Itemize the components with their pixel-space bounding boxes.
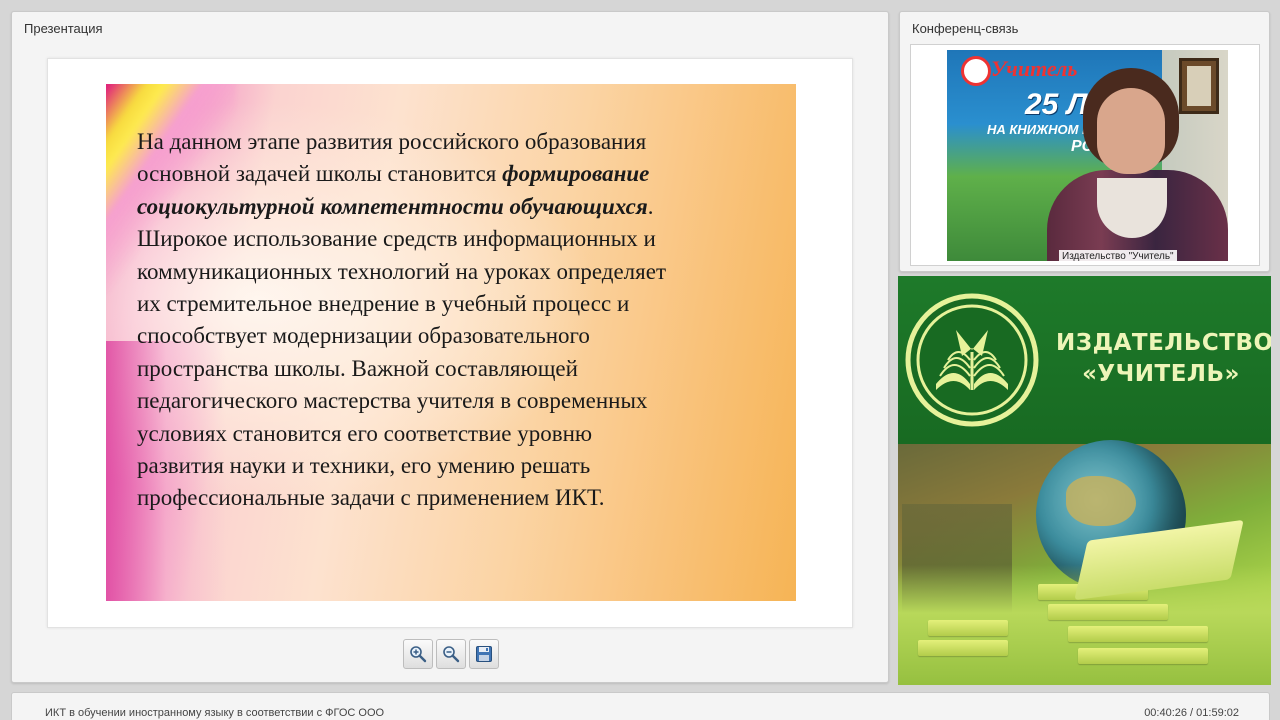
slide-line-emphasis: формирование — [502, 161, 650, 187]
zoom-out-icon — [443, 646, 460, 663]
slide-line: педагогического мастерства учителя в сов… — [137, 388, 648, 414]
globe-land — [1066, 476, 1136, 526]
player-footer: ИКТ в обучении иностранному языку в соот… — [11, 692, 1270, 720]
slide-line: основной задачей школы становится формир… — [137, 158, 777, 190]
conference-panel: Конференц-связь Учитель 25 ЛЕТ НА КНИЖНО… — [899, 11, 1270, 272]
publisher-name: ИЗДАТЕЛЬСТВО «УЧИТЕЛЬ» — [1056, 328, 1271, 390]
book-image — [1078, 648, 1208, 664]
slide-line: их стремительное внедрение в учебный про… — [137, 291, 630, 317]
conference-panel-title: Конференц-связь — [912, 21, 1019, 36]
speaker-face — [1097, 88, 1165, 174]
slide-line-plain: основной задачей школы становится — [137, 161, 503, 187]
video-feed[interactable]: Учитель 25 ЛЕТ НА КНИЖНОМ Р РОСС Издател… — [910, 44, 1260, 266]
book-image — [928, 620, 1008, 636]
zoom-in-button[interactable] — [403, 639, 433, 669]
slide-line: социокультурной компетентности обучающих… — [137, 191, 777, 223]
book-image — [1068, 626, 1208, 642]
slide-line: пространства школы. Важной составляющей — [137, 355, 578, 381]
floppy-disk-icon — [476, 646, 492, 662]
publisher-name-line: «УЧИТЕЛЬ» — [1082, 361, 1240, 387]
slide-line: На данном этапе развития российского обр… — [137, 129, 647, 154]
course-title: ИКТ в обучении иностранному языку в соот… — [45, 707, 385, 719]
slide-line: коммуникационных технологий на уроках оп… — [137, 258, 666, 284]
presentation-panel: Презентация На данном этапе развития рос… — [11, 11, 889, 683]
slide-line: профессиональные задачи с применением ИК… — [137, 485, 605, 511]
poster-text: НА КНИЖНОМ Р — [987, 122, 1091, 137]
slide-line: способствует модернизации образовательно… — [137, 323, 590, 349]
wall-picture — [1179, 58, 1219, 114]
poster-text: Учитель — [991, 56, 1078, 81]
publisher-banner: ИЗДАТЕЛЬСТВО «УЧИТЕЛЬ» — [898, 276, 1271, 685]
zoom-in-icon — [410, 646, 427, 663]
book-image — [918, 640, 1008, 656]
slide-toolbar — [403, 639, 499, 669]
save-button[interactable] — [469, 639, 499, 669]
presentation-panel-title: Презентация — [24, 21, 103, 36]
publisher-logo-icon — [905, 293, 1039, 427]
slide-line: развития науки и техники, его умению реш… — [137, 453, 591, 479]
slide-line: условиях становится его соответствие уро… — [137, 420, 593, 446]
playback-time: 00:40:26 / 01:59:02 — [1144, 707, 1239, 719]
banner-header: ИЗДАТЕЛЬСТВО «УЧИТЕЛЬ» — [898, 276, 1271, 444]
book-image — [1048, 604, 1168, 620]
slide-frame: На данном этапе развития российского обр… — [47, 58, 853, 628]
poster-logo — [961, 56, 991, 86]
banner-image — [898, 440, 1271, 685]
video-caption: Издательство "Учитель" — [1059, 250, 1177, 261]
video-frame: Учитель 25 ЛЕТ НА КНИЖНОМ Р РОСС Издател… — [947, 50, 1228, 261]
slide-line-plain: . — [647, 193, 654, 219]
zoom-out-button[interactable] — [436, 639, 466, 669]
slide: На данном этапе развития российского обр… — [106, 84, 796, 601]
publisher-name-line: ИЗДАТЕЛЬСТВО — [1056, 330, 1271, 356]
slide-text: На данном этапе развития российского обр… — [137, 126, 777, 515]
slide-line: Широкое использование средств информацио… — [137, 226, 656, 252]
slide-line-emphasis: социокультурной компетентности обучающих… — [137, 193, 648, 219]
